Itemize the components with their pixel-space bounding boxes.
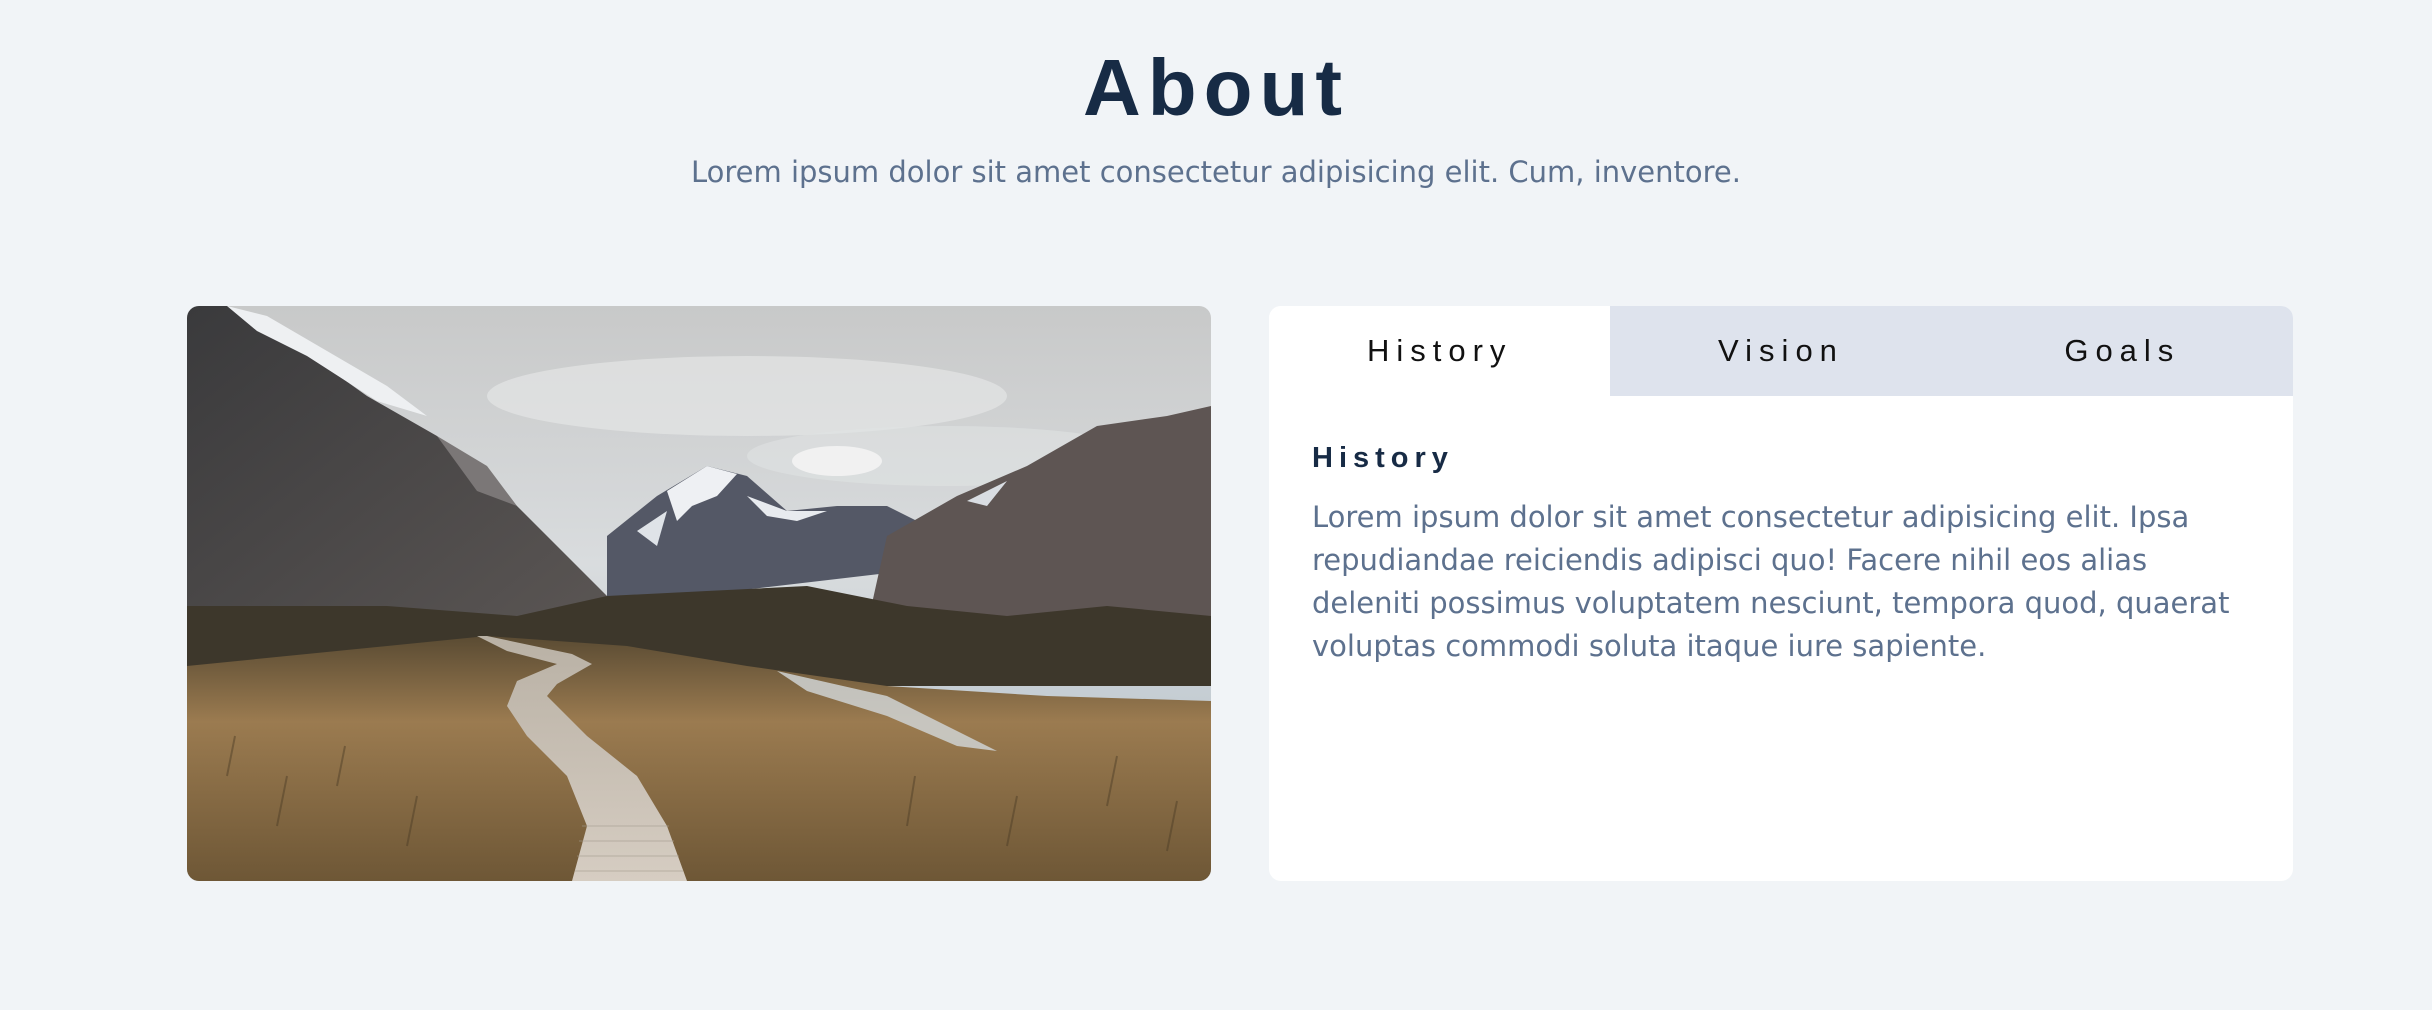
about-header: About Lorem ipsum dolor sit amet consect…: [0, 40, 2432, 192]
tab-goals[interactable]: Goals: [1951, 306, 2293, 396]
page-subtitle: Lorem ipsum dolor sit amet consectetur a…: [690, 155, 1741, 189]
mountain-boardwalk-photo: [187, 306, 1211, 881]
panel-heading: History: [1312, 442, 1454, 474]
landscape-image: [187, 306, 1211, 881]
tab-vision[interactable]: Vision: [1610, 306, 1952, 396]
page-title: About: [1082, 43, 1349, 132]
tab-history[interactable]: History: [1269, 306, 1611, 396]
about-tabs-card: History Vision Goals History Lorem ipsum…: [1269, 306, 2293, 881]
tab-panel: History Lorem ipsum dolor sit amet conse…: [1269, 396, 2293, 668]
panel-body-text: Lorem ipsum dolor sit amet consectetur a…: [1312, 500, 2230, 663]
tab-bar: History Vision Goals: [1269, 306, 2293, 396]
